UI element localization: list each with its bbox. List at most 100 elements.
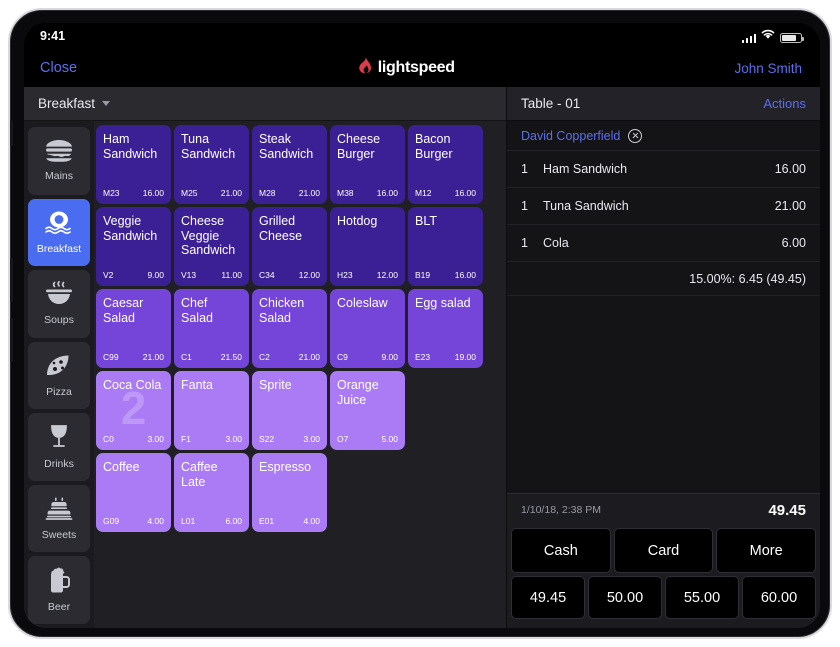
payment-button-card[interactable]: Card xyxy=(613,528,714,573)
product-tile[interactable]: Bacon Burger M12 16.00 xyxy=(408,125,483,204)
order-item-row[interactable]: 1 Cola 6.00 xyxy=(507,225,820,262)
order-item-quantity: 1 xyxy=(521,162,528,176)
menu-selector-dropdown[interactable]: Breakfast xyxy=(38,96,111,111)
remove-customer-icon[interactable] xyxy=(628,128,643,143)
product-tile[interactable]: Coleslaw C9 9.00 xyxy=(330,289,405,368)
sidebar-item-soups[interactable]: Soups xyxy=(28,270,90,338)
product-tile-price: 3.00 xyxy=(147,434,164,444)
product-tile[interactable]: Caffee Late L01 6.00 xyxy=(174,453,249,532)
product-tile-code: H23 xyxy=(337,270,353,280)
product-tile-price: 16.00 xyxy=(454,270,476,280)
product-tile[interactable]: Egg salad E23 19.00 xyxy=(408,289,483,368)
sidebar-item-pizza[interactable]: Pizza xyxy=(28,341,90,410)
order-item-name: Cola xyxy=(543,236,569,250)
product-tile-price: 3.00 xyxy=(303,434,320,444)
status-bar-time: 9:41 xyxy=(40,29,66,43)
chevron-down-icon xyxy=(102,101,111,106)
sidebar-item-label: Beer xyxy=(47,601,71,614)
quick-amount-row: 49.45 50.00 55.00 60.00 xyxy=(511,576,816,619)
product-tile-code: V2 xyxy=(103,270,114,280)
close-button[interactable]: Close xyxy=(40,60,77,76)
actions-button[interactable]: Actions xyxy=(763,96,806,111)
quick-amount-button[interactable]: 49.45 xyxy=(511,576,585,619)
customer-name-link[interactable]: David Copperfield xyxy=(521,129,620,143)
product-tile-name: Grilled Cheese xyxy=(259,214,303,243)
product-tile-name: Caesar Salad xyxy=(103,296,144,325)
product-tile[interactable]: Veggie Sandwich V2 9.00 xyxy=(96,207,171,286)
sidebar-item-beer[interactable]: Beer xyxy=(28,556,90,625)
product-tile[interactable]: Fanta F1 3.00 xyxy=(174,371,249,450)
order-tip-row[interactable]: 15.00%: 6.45 (49.45) xyxy=(507,262,820,296)
order-item-row[interactable]: 1 Tuna Sandwich 21.00 xyxy=(507,188,820,225)
product-grid-empty-slot xyxy=(330,453,405,532)
catalog-content: Mains Breakfast Soups Pizza Drinks Sweets Beer… xyxy=(24,121,506,628)
soup-bowl-icon xyxy=(44,281,74,307)
brand-logo: lightspeed xyxy=(77,57,734,79)
product-tile[interactable]: Cheese Veggie Sandwich V13 11.00 xyxy=(174,207,249,286)
product-tile-code: S22 xyxy=(259,434,275,444)
sidebar-item-sweets[interactable]: Sweets xyxy=(28,484,90,553)
order-item-quantity: 1 xyxy=(521,199,528,213)
product-tile-price: 21.50 xyxy=(220,352,242,362)
product-tile[interactable]: 2 Coca Cola C0 3.00 xyxy=(96,371,171,450)
product-tile[interactable]: Chef Salad C1 21.50 xyxy=(174,289,249,368)
cellular-signal-icon xyxy=(741,33,756,43)
order-item-name: Ham Sandwich xyxy=(543,162,628,176)
brand-name: lightspeed xyxy=(377,59,455,76)
product-tile[interactable]: Coffee G09 4.00 xyxy=(96,453,171,532)
product-tile-price: 16.00 xyxy=(454,188,476,198)
product-tile-price: 21.00 xyxy=(220,188,242,198)
product-grid: Ham Sandwich M23 16.00 Tuna Sandwich M25 21.0… xyxy=(94,121,506,628)
product-tile-name: Chicken Salad xyxy=(259,296,305,325)
product-tile-code: M28 xyxy=(259,188,276,198)
product-tile-code: C2 xyxy=(259,352,270,362)
quick-amount-button[interactable]: 60.00 xyxy=(742,576,816,619)
product-tile-code: C1 xyxy=(181,352,192,362)
category-sidebar: Mains Breakfast Soups Pizza Drinks Sweets Beer xyxy=(24,121,94,628)
product-tile-name: Cheese Veggie Sandwich xyxy=(181,214,236,257)
sidebar-item-mains[interactable]: Mains xyxy=(28,127,90,195)
user-name-button[interactable]: John Smith xyxy=(734,61,802,76)
wifi-icon xyxy=(761,29,775,43)
product-tile-code: M12 xyxy=(415,188,432,198)
product-tile[interactable]: Caesar Salad C99 21.00 xyxy=(96,289,171,368)
product-tile-code: M23 xyxy=(103,188,120,198)
product-tile-code: E01 xyxy=(259,516,275,526)
sidebar-item-drinks[interactable]: Drinks xyxy=(28,413,90,481)
product-tile[interactable]: Orange Juice O7 5.00 xyxy=(330,371,405,450)
product-tile-code: C9 xyxy=(337,352,348,362)
tablet-screen: 9:41 Close lightspeed John Smith Breakfa… xyxy=(24,23,820,628)
product-tile-name: Coffee xyxy=(103,460,140,474)
payment-button-more[interactable]: More xyxy=(716,528,817,573)
product-tile[interactable]: BLT B19 16.00 xyxy=(408,207,483,286)
product-tile-price: 4.00 xyxy=(303,516,320,526)
product-tile-name: Espresso xyxy=(259,460,312,474)
product-tile[interactable]: Espresso E01 4.00 xyxy=(252,453,327,532)
product-tile[interactable]: Sprite S22 3.00 xyxy=(252,371,327,450)
device-side-button-3[interactable] xyxy=(10,318,13,362)
device-side-button-2[interactable] xyxy=(10,258,13,302)
order-item-row[interactable]: 1 Ham Sandwich 16.00 xyxy=(507,151,820,188)
product-tile[interactable]: Grilled Cheese C34 12.00 xyxy=(252,207,327,286)
order-title: Table - 01 xyxy=(521,96,581,111)
product-tile-price: 21.00 xyxy=(142,352,164,362)
product-tile[interactable]: Hotdog H23 12.00 xyxy=(330,207,405,286)
product-tile-code: E23 xyxy=(415,352,431,362)
product-grid-empty-slot xyxy=(408,453,483,532)
sidebar-item-label: Mains xyxy=(44,170,73,183)
product-tile-name: Chef Salad xyxy=(181,296,213,325)
payment-button-cash[interactable]: Cash xyxy=(511,528,611,573)
quick-amount-button[interactable]: 55.00 xyxy=(665,576,739,619)
product-tile[interactable]: Ham Sandwich M23 16.00 xyxy=(96,125,171,204)
quick-amount-button[interactable]: 50.00 xyxy=(588,576,662,619)
product-tile[interactable]: Cheese Burger M38 16.00 xyxy=(330,125,405,204)
product-tile[interactable]: Steak Sandwich M28 21.00 xyxy=(252,125,327,204)
product-tile[interactable]: Chicken Salad C2 21.00 xyxy=(252,289,327,368)
cake-icon xyxy=(44,496,74,522)
product-tile-code: C0 xyxy=(103,434,114,444)
sidebar-item-label: Soups xyxy=(44,314,74,327)
product-tile-code: C99 xyxy=(103,352,119,362)
sidebar-item-breakfast[interactable]: Breakfast xyxy=(28,198,90,267)
device-side-button-1[interactable] xyxy=(10,120,13,146)
product-tile[interactable]: Tuna Sandwich M25 21.00 xyxy=(174,125,249,204)
